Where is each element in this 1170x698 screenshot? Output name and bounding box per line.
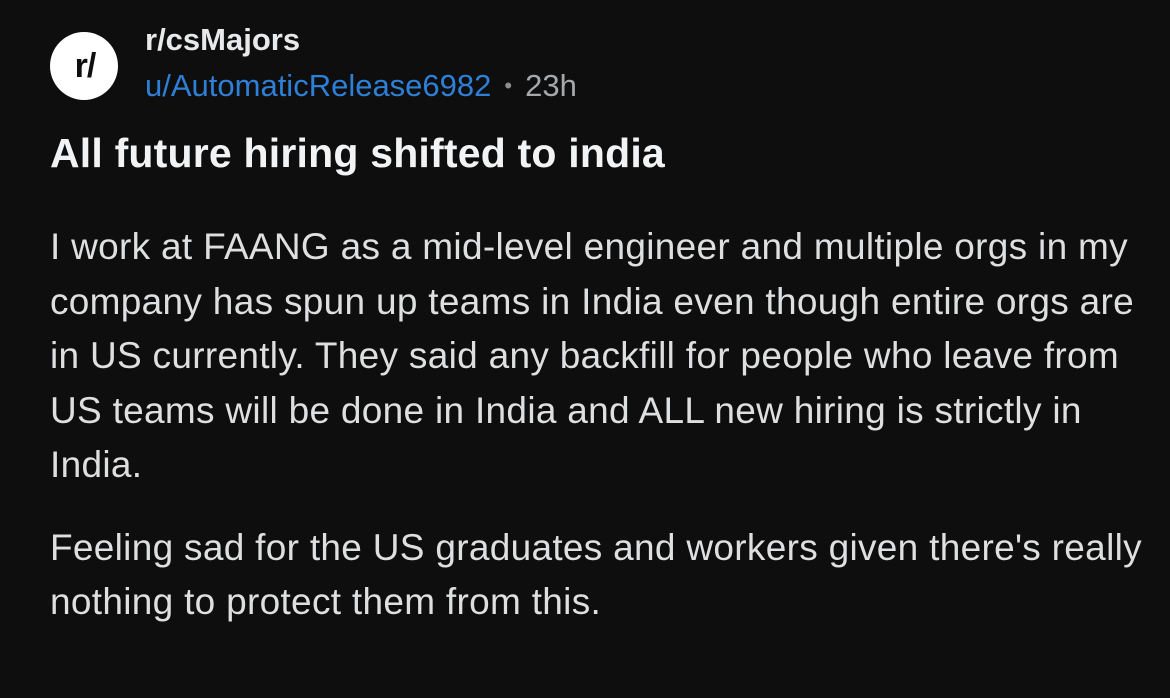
post-title[interactable]: All future hiring shifted to india (50, 128, 665, 178)
author-link[interactable]: u/AutomaticRelease6982 (145, 68, 491, 104)
post-paragraph: I work at FAANG as a mid-level engineer … (50, 226, 1135, 485)
post-age: 23h (525, 68, 577, 103)
byline: u/AutomaticRelease6982 • 23h (145, 68, 577, 104)
avatar-text: r/ (74, 47, 97, 85)
post-card: r/ r/csMajors u/AutomaticRelease6982 • 2… (0, 0, 1170, 698)
subreddit-avatar-icon[interactable]: r/ (50, 32, 118, 100)
post-body: I work at FAANG as a mid-level engineer … (50, 220, 1150, 630)
post-paragraph: Feeling sad for the US graduates and wor… (50, 526, 1142, 623)
post-header: r/ r/csMajors u/AutomaticRelease6982 • 2… (50, 22, 577, 112)
subreddit-link[interactable]: r/csMajors (145, 22, 577, 58)
separator-dot: • (504, 73, 513, 98)
post-meta: r/csMajors u/AutomaticRelease6982 • 23h (145, 22, 577, 104)
